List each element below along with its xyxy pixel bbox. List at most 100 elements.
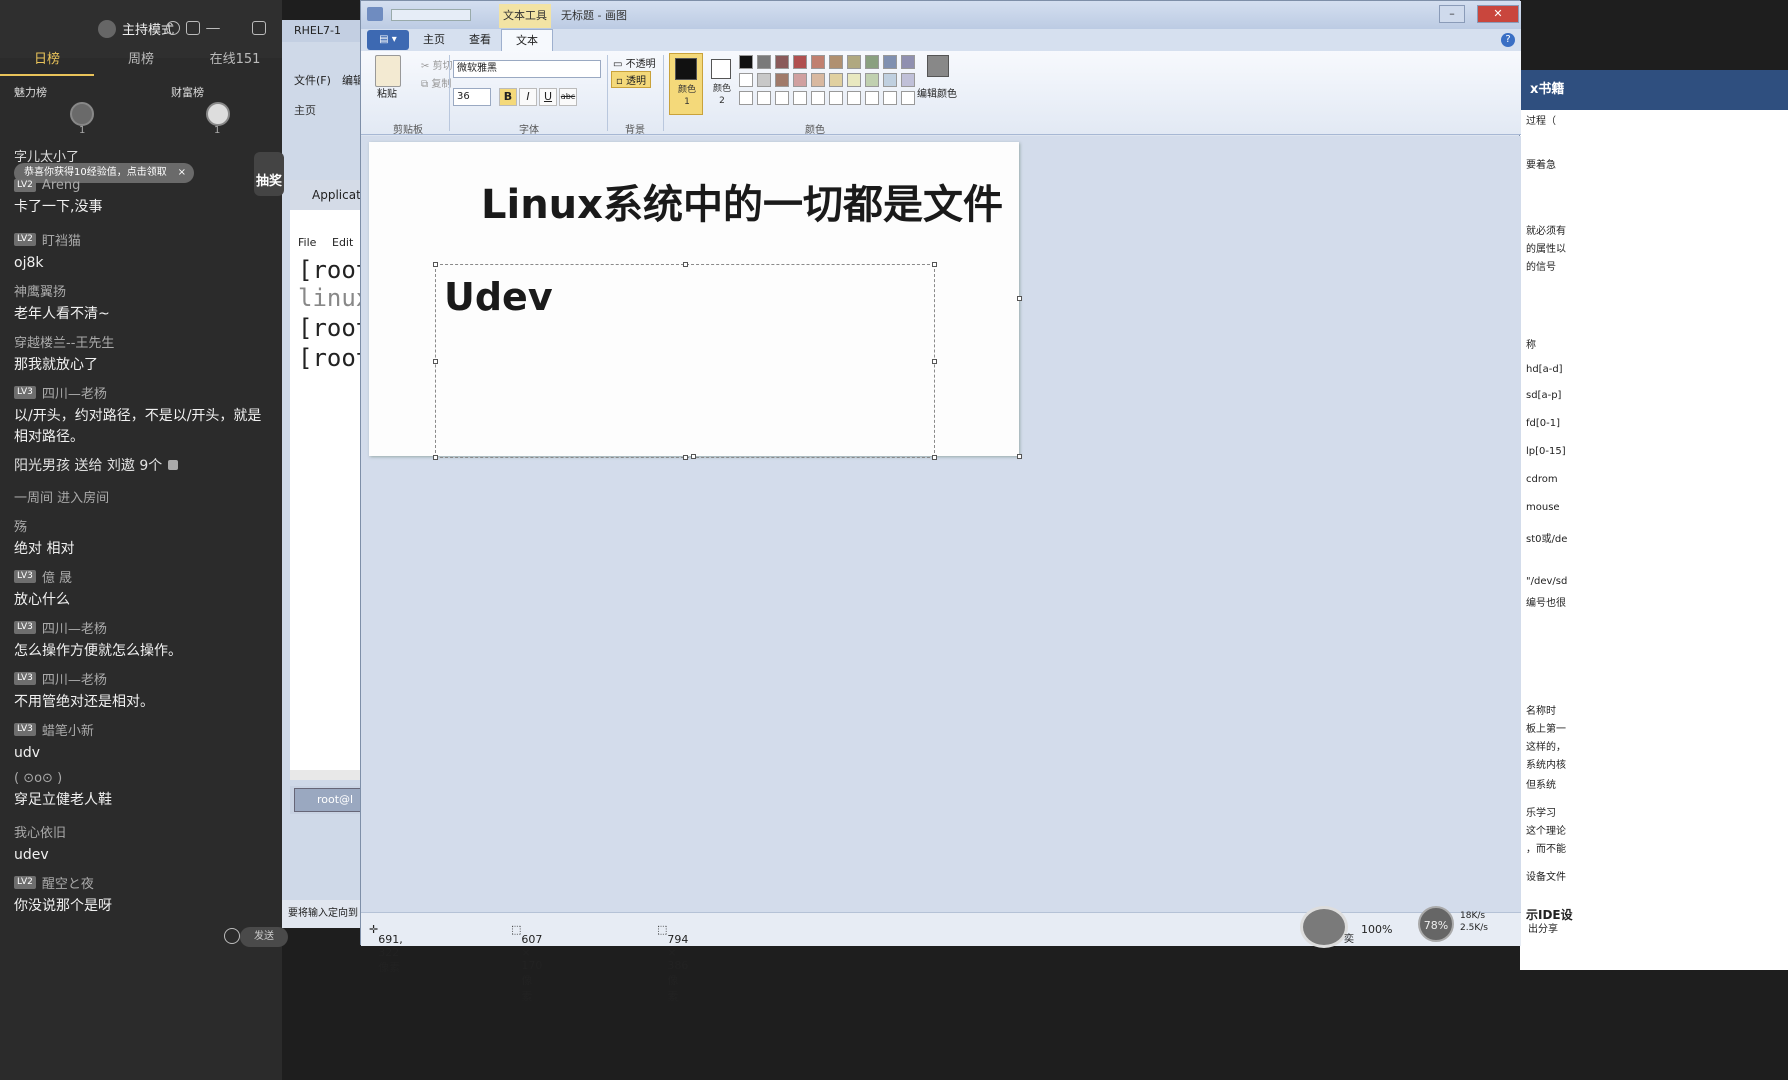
palette-swatch[interactable]	[847, 55, 861, 69]
italic-button[interactable]: I	[519, 88, 537, 106]
palette-swatch[interactable]	[739, 91, 753, 105]
taskbar-terminal-button[interactable]: root@l	[294, 788, 370, 812]
chat-username[interactable]: 億 晟	[42, 567, 72, 586]
palette-swatch[interactable]	[829, 73, 843, 87]
copy-button[interactable]: ⧉ 复制	[421, 75, 451, 90]
charm-rank-label[interactable]: 魅力榜	[14, 84, 47, 100]
palette-swatch[interactable]	[829, 91, 843, 105]
palette-swatch[interactable]	[811, 73, 825, 87]
chat-username[interactable]: 醒空と夜	[42, 873, 94, 892]
bold-button[interactable]: B	[499, 88, 517, 106]
share-icon[interactable]	[186, 21, 200, 35]
chat-username[interactable]: 神鹰翼扬	[14, 281, 66, 300]
minimize-icon[interactable]: –	[1439, 5, 1465, 23]
wealth-rank-label[interactable]: 财富榜	[171, 84, 204, 100]
palette-swatch[interactable]	[739, 73, 753, 87]
chat-username[interactable]: 四川—老杨	[42, 669, 107, 688]
edit-colors-icon[interactable]	[927, 55, 949, 77]
chat-username[interactable]: 我心依旧	[14, 822, 66, 841]
chat-username[interactable]: ( ⊙o⊙ )	[14, 771, 62, 786]
palette-swatch[interactable]	[811, 55, 825, 69]
host-mode[interactable]: 主持模式	[98, 19, 174, 38]
emoji-icon[interactable]	[224, 928, 240, 944]
wealth-top-avatar[interactable]	[206, 102, 230, 126]
palette-swatch[interactable]	[793, 91, 807, 105]
drawing-canvas[interactable]: Linux系统中的一切都是文件 Udev	[369, 142, 1022, 460]
settings-icon[interactable]	[166, 21, 180, 35]
palette-swatch[interactable]	[883, 91, 897, 105]
resize-handle[interactable]	[932, 262, 937, 267]
help-icon[interactable]: ?	[1501, 33, 1515, 47]
palette-swatch[interactable]	[865, 55, 879, 69]
palette-swatch[interactable]	[757, 55, 771, 69]
strikethrough-button[interactable]: abc	[559, 88, 577, 106]
chat-username[interactable]: 四川—老杨	[42, 618, 107, 637]
palette-swatch[interactable]	[775, 73, 789, 87]
terminal-menu-edit[interactable]: Edit	[332, 236, 353, 249]
resize-handle[interactable]	[433, 262, 438, 267]
palette-swatch[interactable]	[757, 91, 771, 105]
close-icon[interactable]: ✕	[1477, 5, 1519, 23]
file-menu-button[interactable]: ▤ ▾	[367, 30, 409, 50]
palette-swatch[interactable]	[739, 55, 753, 69]
palette-swatch[interactable]	[883, 73, 897, 87]
tab-daily[interactable]: 日榜	[0, 44, 94, 76]
send-button[interactable]: 发送	[240, 927, 288, 947]
resize-handle[interactable]	[683, 262, 688, 267]
tab-text[interactable]: 文本	[501, 29, 553, 51]
palette-swatch[interactable]	[793, 55, 807, 69]
palette-swatch[interactable]	[793, 73, 807, 87]
canvas-resize-handle[interactable]	[691, 454, 696, 459]
chat-username[interactable]: 盯裆猫	[42, 230, 81, 249]
chat-username[interactable]: 穿越楼兰--王先生	[14, 332, 114, 351]
palette-swatch[interactable]	[865, 91, 879, 105]
vm-nav-home[interactable]: 主页	[294, 102, 316, 118]
cpu-usage-bubble[interactable]: 78%	[1418, 906, 1454, 942]
palette-swatch[interactable]	[829, 55, 843, 69]
charm-top-avatar[interactable]	[70, 102, 94, 126]
chat-username[interactable]: 殇	[14, 516, 27, 535]
palette-swatch[interactable]	[811, 91, 825, 105]
palette-swatch[interactable]	[901, 55, 915, 69]
minimize-icon[interactable]	[206, 28, 220, 30]
palette-swatch[interactable]	[901, 91, 915, 105]
quick-access-toolbar[interactable]	[391, 9, 471, 21]
opaque-button[interactable]: ▭ 不透明	[613, 55, 656, 70]
terminal-menu-file[interactable]: File	[298, 236, 316, 249]
tab-view[interactable]: 查看	[455, 29, 505, 51]
palette-swatch[interactable]	[883, 55, 897, 69]
tab-home[interactable]: 主页	[409, 29, 459, 51]
color1-button[interactable]: 颜色 1	[669, 53, 703, 115]
edit-colors-button[interactable]: 编辑颜色	[917, 85, 957, 100]
palette-swatch[interactable]	[901, 73, 915, 87]
text-selection-box[interactable]: Udev	[433, 262, 937, 460]
color2-button[interactable]: 颜色 2	[707, 53, 739, 115]
vm-menu-file[interactable]: 文件(F)	[294, 72, 331, 88]
paint-app-icon[interactable]	[367, 7, 383, 21]
resize-handle[interactable]	[932, 359, 937, 364]
resize-handle[interactable]	[433, 455, 438, 460]
palette-swatch[interactable]	[775, 55, 789, 69]
palette-swatch[interactable]	[865, 73, 879, 87]
canvas-resize-handle[interactable]	[1017, 454, 1022, 459]
canvas-text-input[interactable]: Udev	[444, 275, 553, 319]
resize-handle[interactable]	[433, 359, 438, 364]
paste-button[interactable]: 粘贴	[377, 85, 397, 100]
chat-username[interactable]: 四川—老杨	[42, 383, 107, 402]
palette-swatch[interactable]	[757, 73, 771, 87]
tab-weekly[interactable]: 周榜	[94, 44, 188, 76]
font-family-select[interactable]: 微软雅黑	[453, 60, 601, 78]
share-button[interactable]: 出分享	[1528, 920, 1558, 935]
palette-swatch[interactable]	[847, 91, 861, 105]
cut-button[interactable]: ✂ 剪切	[421, 57, 453, 72]
palette-swatch[interactable]	[847, 73, 861, 87]
transparent-button[interactable]: ▫ 透明	[611, 71, 651, 88]
paste-icon[interactable]	[375, 55, 401, 87]
tab-online[interactable]: 在线151	[188, 44, 282, 76]
font-size-select[interactable]: 36	[453, 88, 491, 106]
canvas-resize-handle[interactable]	[1017, 296, 1022, 301]
chat-username[interactable]: Areng	[42, 178, 80, 193]
resize-handle[interactable]	[932, 455, 937, 460]
palette-swatch[interactable]	[775, 91, 789, 105]
maximize-icon[interactable]	[252, 21, 266, 35]
